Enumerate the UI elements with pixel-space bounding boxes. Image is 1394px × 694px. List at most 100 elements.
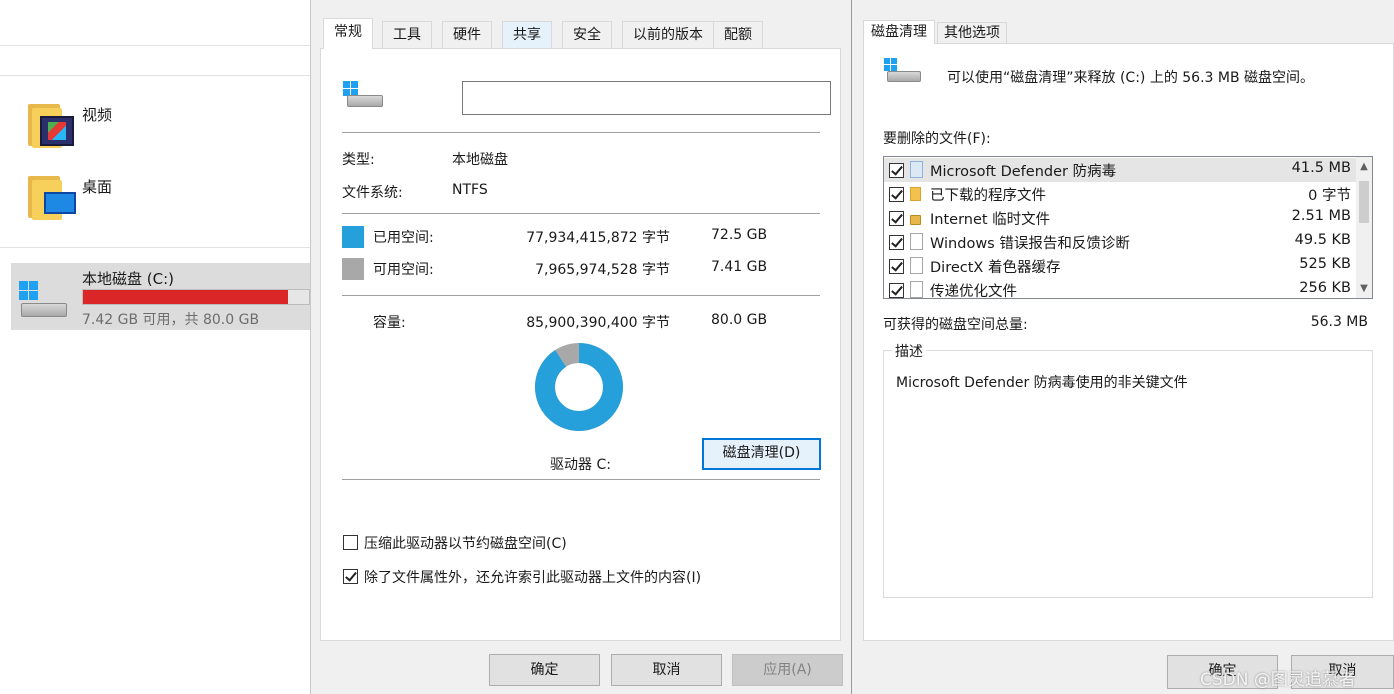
drive-name-input[interactable] [462, 81, 831, 115]
index-checkbox[interactable] [343, 569, 358, 584]
tab-more-options[interactable]: 其他选项 [937, 22, 1007, 44]
separator [342, 213, 820, 214]
file-checkbox[interactable] [889, 235, 904, 250]
list-item[interactable]: DirectX 着色器缓存 525 KB [884, 254, 1357, 278]
folder-item-videos[interactable]: 视频 [22, 98, 302, 154]
tab-disk-cleanup[interactable]: 磁盘清理 [863, 20, 935, 44]
apply-button[interactable]: 应用(A) [732, 654, 843, 686]
list-item[interactable]: Internet 临时文件 2.51 MB [884, 206, 1357, 230]
file-checkbox[interactable] [889, 211, 904, 226]
list-item[interactable]: 传递优化文件 256 KB [884, 278, 1357, 299]
folder-item-desktop[interactable]: 桌面 [22, 170, 302, 226]
file-icon [910, 161, 923, 178]
type-value: 本地磁盘 [452, 152, 508, 168]
tab-security[interactable]: 安全 [562, 21, 612, 48]
file-size: 49.5 KB [1294, 232, 1351, 248]
drive-item-c[interactable]: 本地磁盘 (C:) 7.42 GB 可用，共 80.0 GB [11, 263, 310, 330]
watermark-text: CSDN @图灵追慕者 [1200, 670, 1356, 690]
list-item[interactable]: Windows 错误报告和反馈诊断 49.5 KB [884, 230, 1357, 254]
divider [0, 75, 310, 76]
separator [342, 295, 820, 296]
folder-label: 桌面 [82, 178, 113, 196]
file-checkbox[interactable] [889, 283, 904, 298]
file-name: DirectX 着色器缓存 [930, 260, 1061, 276]
scroll-up-icon[interactable]: ▲ [1358, 161, 1370, 172]
used-space-bytes: 77,934,415,872 字节 [526, 230, 670, 246]
lock-icon [910, 215, 921, 225]
tab-previous-versions[interactable]: 以前的版本 [622, 21, 714, 48]
free-space-swatch [342, 258, 364, 280]
total-space-value: 56.3 MB [1310, 314, 1368, 330]
folder-label: 视频 [82, 106, 113, 124]
disk-cleanup-dialog: 磁盘清理 其他选项 可以使用“磁盘清理”来释放 (C:) 上的 56.3 MB … [852, 0, 1394, 694]
desktop-folder-icon [26, 170, 76, 222]
used-space-label: 已用空间: [373, 230, 434, 246]
free-space-bytes: 7,965,974,528 字节 [535, 262, 670, 278]
file-icon [910, 257, 923, 274]
scroll-down-icon[interactable]: ▼ [1358, 283, 1370, 294]
used-space-size: 72.5 GB [711, 227, 768, 243]
description-group: 描述 Microsoft Defender 防病毒使用的非关键文件 [883, 341, 1373, 598]
free-space-size: 7.41 GB [711, 259, 768, 275]
file-explorer-pane: 视频 桌面 本地磁盘 (C:) 7.42 GB 可用，共 80.0 GB [0, 0, 310, 694]
capacity-size: 80.0 GB [711, 312, 768, 328]
drive-letter-label: 驱动器 C: [550, 457, 611, 473]
files-to-delete-list[interactable]: Microsoft Defender 防病毒 41.5 MB 已下载的程序文件 … [883, 156, 1373, 299]
list-item[interactable]: 已下载的程序文件 0 字节 [884, 182, 1357, 206]
index-checkbox-label[interactable]: 除了文件属性外，还允许索引此驱动器上文件的内容(I) [364, 567, 701, 587]
compress-checkbox-label[interactable]: 压缩此驱动器以节约磁盘空间(C) [364, 533, 567, 553]
description-legend: 描述 [892, 341, 926, 361]
scroll-thumb[interactable] [1359, 181, 1369, 223]
description-text: Microsoft Defender 防病毒使用的非关键文件 [896, 375, 1188, 391]
used-space-swatch [342, 226, 364, 248]
drive-usage-bar [82, 289, 310, 305]
file-icon [910, 233, 923, 250]
general-tab-panel: 类型: 本地磁盘 文件系统: NTFS 已用空间: 77,934,415,872… [320, 48, 841, 641]
list-scrollbar[interactable]: ▲ ▼ [1356, 157, 1372, 298]
divider [0, 247, 310, 248]
file-size: 256 KB [1299, 280, 1351, 296]
file-checkbox[interactable] [889, 187, 904, 202]
free-space-label: 可用空间: [373, 262, 434, 278]
filesystem-label: 文件系统: [342, 185, 403, 201]
used-space-arc [535, 343, 623, 431]
drive-usage-text: 7.42 GB 可用，共 80.0 GB [82, 312, 260, 328]
cancel-button[interactable]: 取消 [611, 654, 722, 686]
file-name: 已下载的程序文件 [930, 188, 1046, 204]
tab-tools[interactable]: 工具 [382, 21, 432, 48]
file-size: 525 KB [1299, 256, 1351, 272]
file-size: 0 字节 [1308, 188, 1351, 204]
disk-usage-donut-chart [535, 343, 623, 431]
separator [342, 479, 820, 480]
cleanup-intro-text: 可以使用“磁盘清理”来释放 (C:) 上的 56.3 MB 磁盘空间。 [947, 70, 1315, 86]
files-to-delete-label: 要删除的文件(F): [883, 131, 991, 147]
capacity-label: 容量: [373, 315, 406, 331]
file-name: Windows 错误报告和反馈诊断 [930, 236, 1130, 252]
drive-icon [884, 58, 924, 86]
ok-button[interactable]: 确定 [489, 654, 600, 686]
tab-general[interactable]: 常规 [323, 18, 373, 49]
file-size: 41.5 MB [1291, 160, 1351, 176]
drive-icon [17, 279, 73, 323]
file-name: 传递优化文件 [930, 284, 1017, 299]
tab-quota[interactable]: 配额 [713, 21, 763, 48]
file-name: Internet 临时文件 [930, 212, 1051, 228]
filesystem-value: NTFS [452, 182, 488, 198]
disk-cleanup-panel: 可以使用“磁盘清理”来释放 (C:) 上的 56.3 MB 磁盘空间。 要删除的… [863, 43, 1394, 641]
file-checkbox[interactable] [889, 163, 904, 178]
drive-properties-dialog: 常规 工具 硬件 共享 安全 以前的版本 配额 类型: 本地磁盘 文件系统: N… [310, 0, 852, 694]
file-icon [910, 281, 923, 298]
compress-checkbox[interactable] [343, 535, 358, 550]
tab-sharing[interactable]: 共享 [502, 21, 552, 48]
divider [0, 45, 310, 46]
list-item[interactable]: Microsoft Defender 防病毒 41.5 MB [884, 158, 1357, 182]
file-checkbox[interactable] [889, 259, 904, 274]
drive-icon [343, 81, 391, 113]
disk-cleanup-button[interactable]: 磁盘清理(D) [702, 438, 821, 470]
folder-icon [910, 187, 921, 201]
separator [342, 132, 820, 133]
capacity-bytes: 85,900,390,400 字节 [526, 315, 670, 331]
type-label: 类型: [342, 152, 375, 168]
tab-hardware[interactable]: 硬件 [442, 21, 492, 48]
drive-label: 本地磁盘 (C:) [82, 270, 174, 288]
